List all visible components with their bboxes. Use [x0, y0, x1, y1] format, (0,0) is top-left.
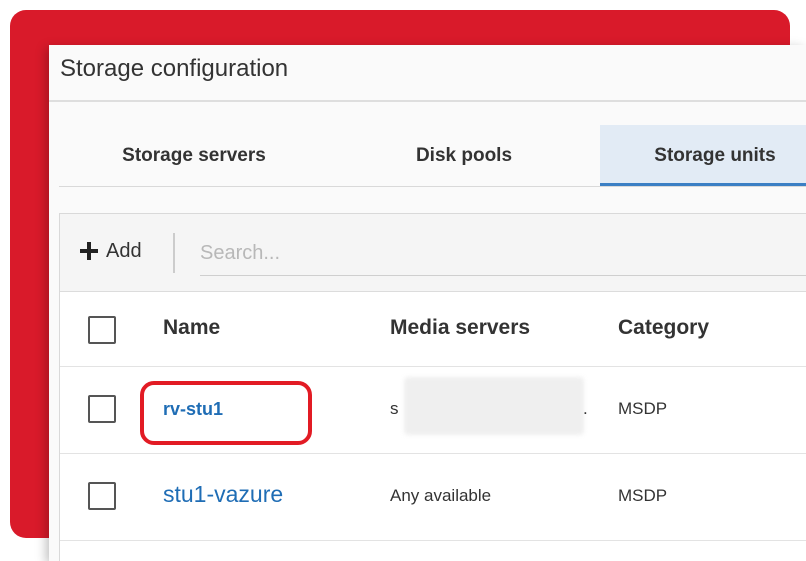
column-header-name[interactable]: Name: [163, 316, 220, 340]
storage-unit-link[interactable]: stu1-vazure: [163, 481, 283, 508]
row-checkbox[interactable]: [88, 395, 116, 423]
media-servers-suffix: .: [583, 399, 588, 418]
row-checkbox[interactable]: [88, 482, 116, 510]
column-header-media-servers[interactable]: Media servers: [390, 316, 530, 340]
storage-configuration-panel: Storage configuration Storage servers Di…: [49, 45, 806, 561]
title-divider: [49, 100, 806, 102]
table-row: stu1-vazure Any available MSDP: [60, 454, 806, 541]
column-header-category[interactable]: Category: [618, 316, 709, 340]
tab-storage-units[interactable]: Storage units: [600, 125, 806, 186]
media-servers-value: s: [390, 399, 399, 418]
category-value: MSDP: [618, 399, 668, 418]
search-input[interactable]: [200, 231, 806, 276]
storage-unit-link[interactable]: rv-stu1: [163, 399, 223, 420]
tab-bar: Storage servers Disk pools Storage units: [59, 125, 806, 187]
redacted-media-server: [404, 377, 584, 435]
plus-icon: [80, 242, 98, 260]
table-header-row: Name Media servers Category: [60, 292, 806, 367]
media-servers-value: Any available: [390, 486, 492, 505]
select-all-checkbox[interactable]: [88, 316, 116, 344]
category-value: MSDP: [618, 486, 668, 505]
tab-storage-servers[interactable]: Storage servers: [59, 125, 329, 186]
storage-units-table: Add Name Media servers Category rv-stu1 …: [59, 213, 806, 561]
toolbar-divider: [173, 233, 175, 273]
tab-disk-pools[interactable]: Disk pools: [329, 125, 599, 186]
add-button-label: Add: [106, 239, 142, 262]
table-row: rv-stu1 s . MSDP: [60, 367, 806, 454]
add-button[interactable]: Add: [80, 236, 142, 266]
table-toolbar: Add: [60, 214, 806, 292]
page-title: Storage configuration: [60, 55, 289, 82]
